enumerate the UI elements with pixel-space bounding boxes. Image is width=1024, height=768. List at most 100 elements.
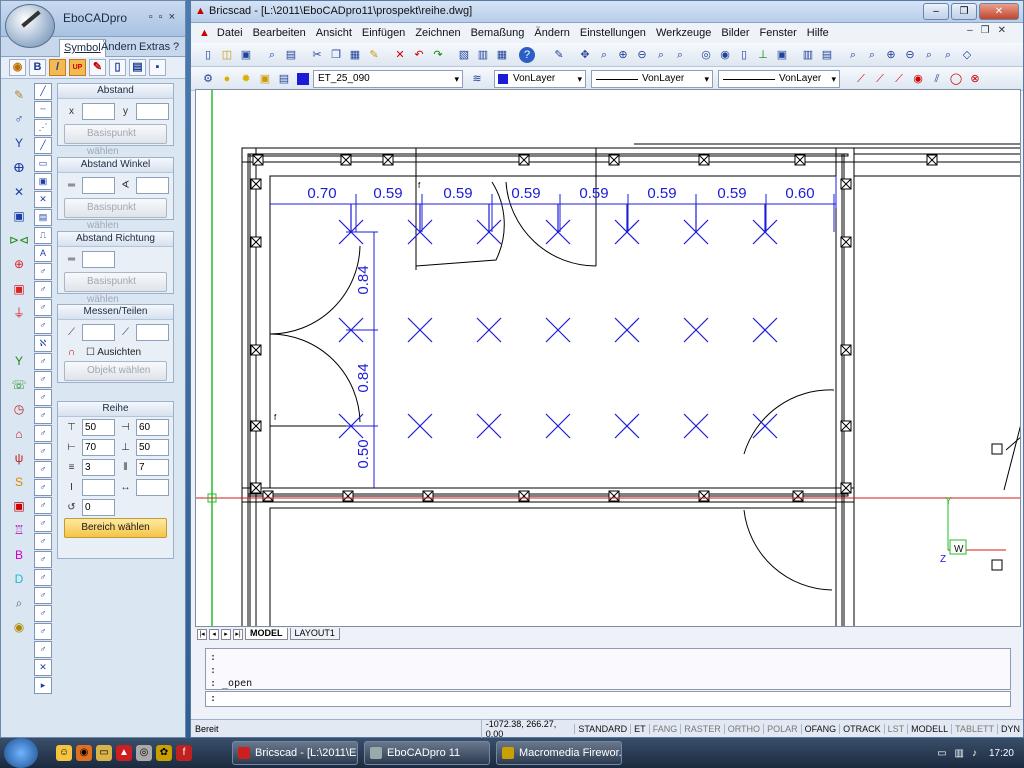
- status-toggle-raster[interactable]: RASTER: [680, 723, 724, 734]
- fixture-cross[interactable]: [614, 413, 640, 439]
- menu-bilder[interactable]: Bilder: [716, 27, 754, 39]
- viewport-icon[interactable]: ▣: [773, 46, 791, 64]
- fixture-cross[interactable]: [752, 317, 778, 343]
- status-toggle-standard[interactable]: STANDARD: [574, 723, 630, 734]
- snap-clear-icon[interactable]: ⊗: [966, 70, 984, 88]
- snap-tangent-icon[interactable]: ◯: [947, 70, 965, 88]
- status-toggle-dyn[interactable]: DYN: [996, 723, 1023, 734]
- category-pen-icon[interactable]: ✎: [5, 83, 33, 107]
- fixture-cross[interactable]: [407, 317, 433, 343]
- menu-hilfe[interactable]: Hilfe: [802, 27, 834, 39]
- symbol-link9-icon[interactable]: ♂: [34, 407, 52, 424]
- reihe-left-input[interactable]: 70: [82, 438, 115, 456]
- symbol-link1-icon[interactable]: ♂: [34, 263, 52, 280]
- symbol-box-icon[interactable]: ▭: [34, 155, 52, 172]
- category-red-box-icon[interactable]: ▣: [5, 494, 33, 518]
- command-history[interactable]: : : : _open: [205, 648, 1011, 690]
- pen-draw-icon[interactable]: ✎: [550, 46, 568, 64]
- cascade-icon[interactable]: ▤: [818, 46, 836, 64]
- symbol-link2-icon[interactable]: ♂: [34, 281, 52, 298]
- symbol-link5-icon[interactable]: ℵ: [34, 335, 52, 352]
- color-dropdown[interactable]: VonLayer: [494, 69, 586, 88]
- print-tool-icon[interactable]: ▤: [129, 59, 146, 76]
- ql-firefox-icon[interactable]: ◉: [76, 745, 92, 761]
- menu-einfuegen[interactable]: Einfügen: [357, 27, 410, 39]
- clock[interactable]: 17:20: [989, 748, 1014, 759]
- menu-werkzeuge[interactable]: Werkzeuge: [651, 27, 716, 39]
- winkel-distance-input[interactable]: [82, 176, 115, 194]
- tab-next-button[interactable]: ▸: [221, 628, 231, 640]
- new-icon[interactable]: ▯: [199, 46, 217, 64]
- symbol-dotline-icon[interactable]: ⋰: [34, 119, 52, 136]
- cut-icon[interactable]: ✂: [308, 46, 326, 64]
- tab-layout1[interactable]: LAYOUT1: [289, 628, 340, 640]
- save-icon[interactable]: ▣: [237, 46, 255, 64]
- symbol-frame-icon[interactable]: ⎍: [34, 227, 52, 244]
- category-antenna2-icon[interactable]: Y: [5, 349, 33, 373]
- symbol-link19-icon[interactable]: ♂: [34, 587, 52, 604]
- palette-window-buttons[interactable]: ▫▫×: [149, 11, 181, 23]
- menu-zeichnen[interactable]: Zeichnen: [410, 27, 465, 39]
- zoom4-icon[interactable]: ⊕: [882, 46, 900, 64]
- category-search-icon[interactable]: ⌕: [5, 591, 33, 615]
- print-icon[interactable]: ▤: [282, 46, 300, 64]
- reihe-top-input[interactable]: 50: [82, 418, 115, 436]
- layer-states-icon[interactable]: ≋: [468, 70, 486, 88]
- palette-tool-icon[interactable]: ◉: [9, 59, 26, 76]
- maximize-button[interactable]: ❐: [951, 3, 977, 20]
- symbol-cross-icon[interactable]: ✕: [34, 191, 52, 208]
- symbol-link6-icon[interactable]: ♂: [34, 353, 52, 370]
- fixture-cross[interactable]: [683, 413, 709, 439]
- explorer-icon[interactable]: ▧: [455, 46, 473, 64]
- props-icon[interactable]: ▥: [474, 46, 492, 64]
- zoom-in-icon[interactable]: ⊕: [614, 46, 632, 64]
- drawing-canvas[interactable]: W Y Z 0.70 0.59 0.59 0.59 0.59 0.59 0.59 0.60: [195, 89, 1021, 627]
- status-toggle-polar[interactable]: POLAR: [763, 723, 801, 734]
- symbol-link20-icon[interactable]: ♂: [34, 605, 52, 622]
- named-view-icon[interactable]: ▯: [735, 46, 753, 64]
- tray-volume-icon[interactable]: ♪: [972, 748, 977, 759]
- objekt-waehlen-button[interactable]: Objekt wählen: [64, 361, 167, 381]
- winkel-angle-input[interactable]: [136, 176, 169, 194]
- status-toggle-tablett[interactable]: TABLETT: [951, 723, 997, 734]
- zoom5-icon[interactable]: ⊖: [901, 46, 919, 64]
- paste-icon[interactable]: ▦: [346, 46, 364, 64]
- erase-icon[interactable]: ◇: [958, 46, 976, 64]
- reihe-vspacing-input[interactable]: [82, 478, 115, 496]
- symbol-dashline-icon[interactable]: ┄: [34, 101, 52, 118]
- task-bricscad[interactable]: Bricscad - [L:\2011\E...: [232, 741, 358, 765]
- snap-center-icon[interactable]: ◉: [909, 70, 927, 88]
- layer-manager-icon[interactable]: ⚙: [199, 70, 217, 88]
- ucs-icon[interactable]: ⊥: [754, 46, 772, 64]
- tab-help[interactable]: ?: [169, 39, 183, 57]
- bricscad-doc-icon[interactable]: ▲: [197, 27, 212, 39]
- category-bell-icon[interactable]: ⌂: [5, 422, 33, 446]
- menu-aendern[interactable]: Ändern: [529, 27, 574, 39]
- fixture-cross[interactable]: [476, 413, 502, 439]
- category-box-icon[interactable]: ▣: [5, 204, 33, 228]
- symbol-link10-icon[interactable]: ♂: [34, 425, 52, 442]
- zoom3-icon[interactable]: ⌕: [863, 46, 881, 64]
- zoom7-icon[interactable]: ⌕: [939, 46, 957, 64]
- category-phone-icon[interactable]: ☏: [5, 373, 33, 397]
- symbol-link16-icon[interactable]: ♂: [34, 533, 52, 550]
- symbol-text-icon[interactable]: A: [34, 245, 52, 262]
- symbol-box2-icon[interactable]: ▣: [34, 173, 52, 190]
- tab-aendern[interactable]: Ändern: [97, 39, 140, 57]
- category-b-icon[interactable]: B: [5, 543, 33, 567]
- reihe-bottom-input[interactable]: 50: [136, 438, 169, 456]
- status-toggle-ortho[interactable]: ORTHO: [723, 723, 763, 734]
- symbol-link14-icon[interactable]: ♂: [34, 497, 52, 514]
- ql-flash-icon[interactable]: f: [176, 745, 192, 761]
- print-preview-icon[interactable]: ⌕: [263, 46, 281, 64]
- snap-midpoint-icon[interactable]: ⟋: [871, 70, 889, 88]
- tab-prev-button[interactable]: ◂: [209, 628, 219, 640]
- status-toggle-otrack[interactable]: OTRACK: [839, 723, 884, 734]
- winkel-basepoint-button[interactable]: Basispunkt wählen: [64, 198, 167, 231]
- symbol-link8-icon[interactable]: ♂: [34, 389, 52, 406]
- category-s-icon[interactable]: S: [5, 470, 33, 494]
- up-tool-icon[interactable]: UP: [69, 59, 86, 76]
- pin-tool-icon[interactable]: ✎: [89, 59, 106, 76]
- symbol-link21-icon[interactable]: ♂: [34, 623, 52, 640]
- ql-fireworks-icon[interactable]: ✿: [156, 745, 172, 761]
